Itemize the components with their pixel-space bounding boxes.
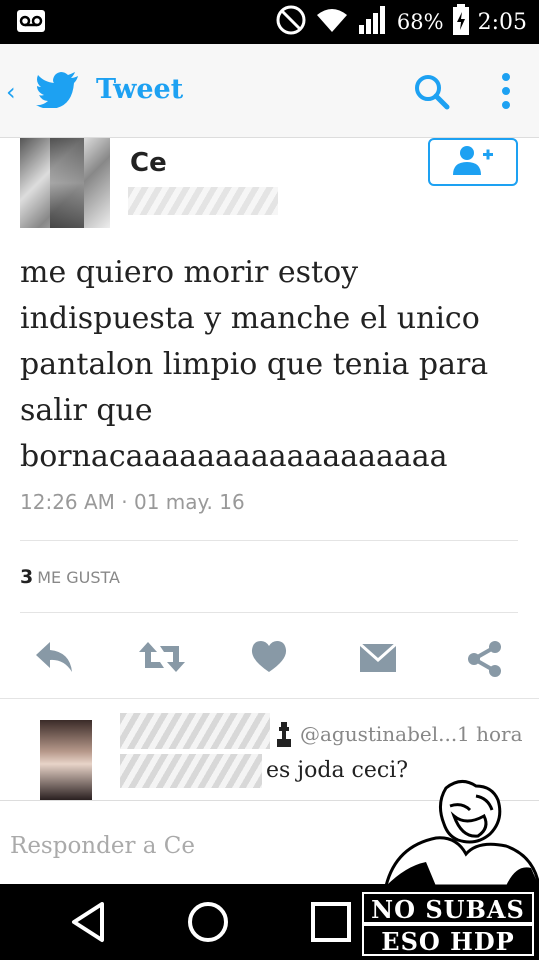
nav-home-icon[interactable] (186, 900, 230, 948)
wifi-icon (315, 6, 349, 38)
overflow-menu-icon[interactable] (500, 72, 512, 114)
divider (0, 698, 539, 699)
signal-icon (357, 5, 389, 39)
like-count[interactable]: 3 ME GUSTA (20, 566, 120, 588)
share-icon[interactable] (466, 640, 504, 682)
retweet-icon[interactable] (138, 640, 186, 678)
reply-name-redacted (120, 713, 270, 749)
reply-time: 1 hora (457, 722, 523, 746)
like-count-label: ME GUSTA (37, 568, 120, 587)
author-avatar[interactable] (20, 138, 110, 228)
watermark-line-2: ESO HDP (362, 924, 534, 956)
nav-back-icon[interactable] (68, 900, 108, 948)
author-name[interactable]: Ce (130, 148, 167, 178)
voicemail-icon (16, 9, 46, 37)
back-icon[interactable]: ‹ (6, 78, 16, 106)
page-title: Tweet (96, 74, 184, 105)
follow-button[interactable] (428, 138, 518, 186)
twitter-bird-icon[interactable] (36, 72, 80, 112)
app-bar: ‹ Tweet (0, 44, 539, 138)
reply-icon[interactable] (34, 640, 74, 678)
status-bar: 68% 2:05 (0, 0, 539, 44)
reply-input[interactable]: Responder a Ce (10, 833, 195, 859)
tweet-actions (0, 630, 539, 686)
reply-text-redacted (120, 754, 262, 788)
divider (20, 612, 518, 613)
search-icon[interactable] (414, 74, 450, 114)
do-not-disturb-icon (275, 4, 307, 40)
message-icon[interactable] (358, 640, 398, 678)
nav-recents-icon[interactable] (310, 900, 352, 948)
like-icon[interactable] (250, 640, 288, 678)
reply-handle[interactable]: @agustinabel... (300, 722, 457, 746)
protected-account-icon (275, 722, 293, 752)
tweet-timestamp: 12:26 AM · 01 may. 16 (20, 490, 245, 514)
watermark-line-1: NO SUBAS (362, 892, 534, 924)
divider (20, 540, 518, 541)
battery-percent: 68% (396, 10, 444, 34)
author-handle-redacted (128, 187, 278, 215)
add-user-icon (451, 145, 495, 179)
reply-avatar[interactable] (40, 720, 92, 800)
like-count-number: 3 (20, 566, 34, 588)
battery-icon (452, 4, 470, 40)
tweet-text: me quiero morir estoy indispuesta y manc… (20, 255, 489, 474)
clock: 2:05 (477, 9, 527, 35)
